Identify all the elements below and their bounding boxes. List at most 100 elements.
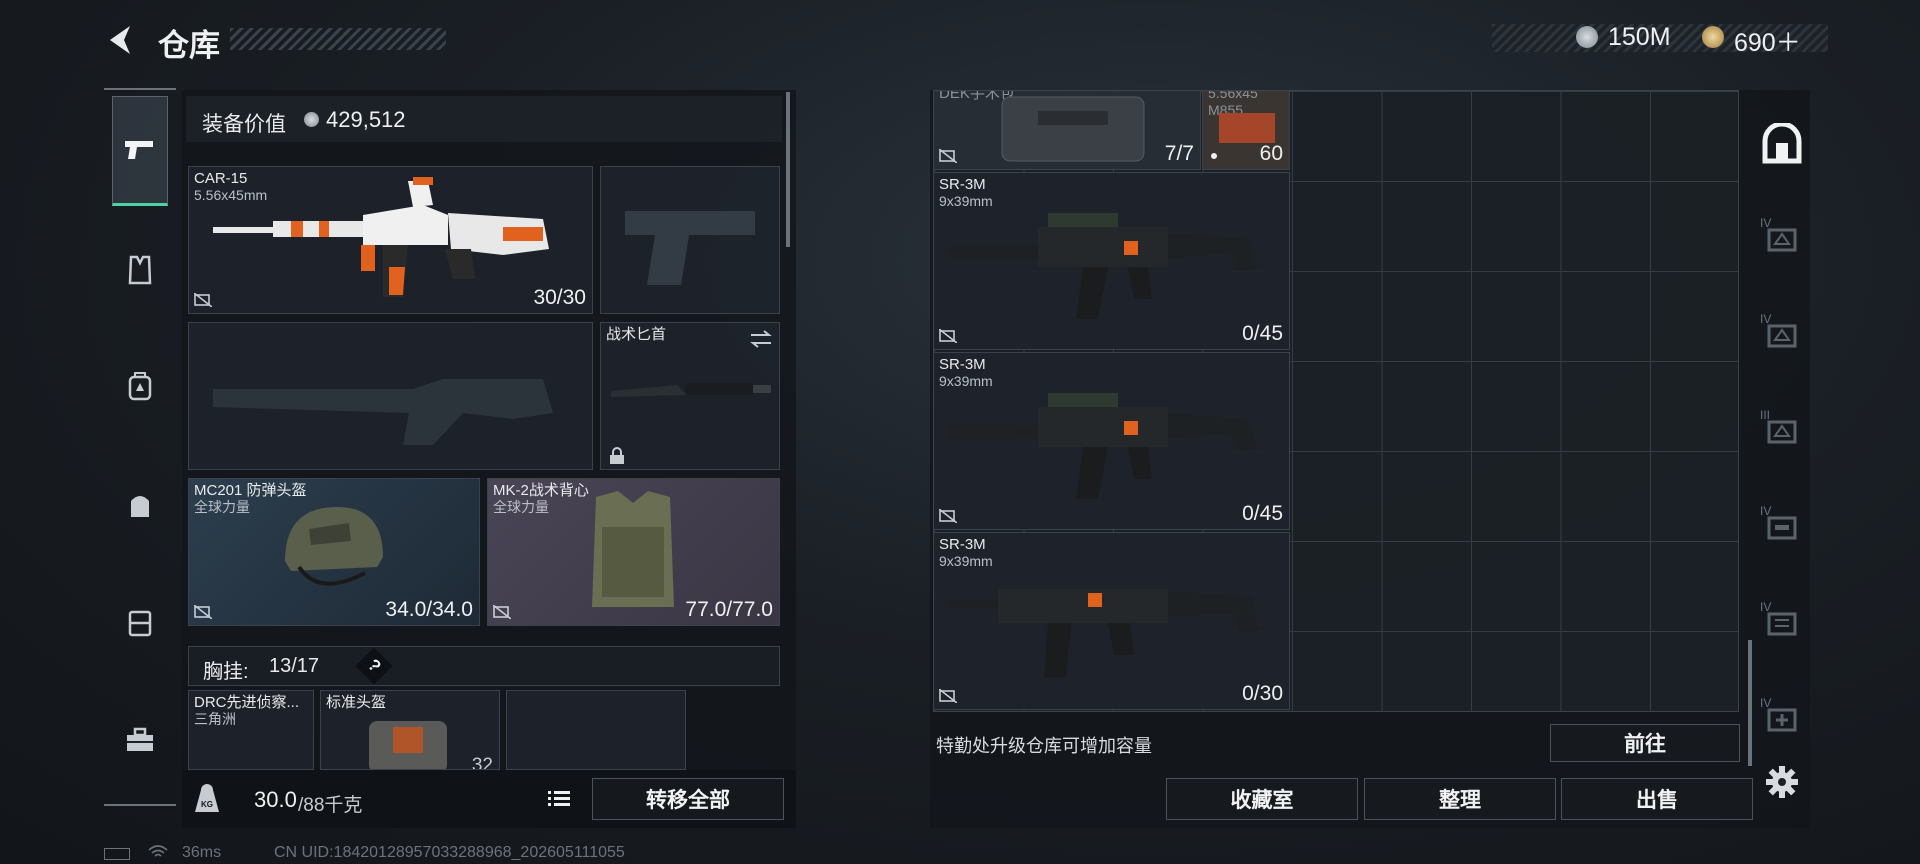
vest-item-icon — [592, 491, 674, 607]
vest-brand: 全球力量 — [493, 499, 549, 515]
title-stripes — [230, 28, 446, 50]
storage-tab-3[interactable]: III — [1758, 406, 1806, 456]
helmet-icon — [285, 507, 383, 586]
storage-item-count: 60 — [1259, 142, 1283, 165]
sr3m-rifle-icon — [948, 393, 1258, 499]
silver-coin-icon — [1576, 26, 1598, 48]
equipment-value-row: 装备价值 429,512 — [186, 96, 782, 142]
melee-name: 战术匕首 — [606, 326, 667, 343]
upgrade-hint: 特勤处升级仓库可增加容量 — [936, 736, 1152, 756]
storage-weapon[interactable]: SR-3M 9x39mm 0/30 — [933, 532, 1290, 710]
helmet-name: MC201 防弹头盔 — [194, 482, 307, 499]
page-title: 仓库 — [158, 28, 220, 63]
equipment-value: 429,512 — [326, 107, 406, 132]
tab-backpack[interactable] — [112, 366, 168, 406]
storage-tab-1[interactable]: IV — [1758, 214, 1806, 264]
primary-weapon-slot[interactable]: CAR-15 5.56x45mm 30/30 — [188, 166, 593, 314]
ammo-dot — [1211, 153, 1217, 159]
storage-tab-4[interactable]: IV — [1758, 502, 1806, 552]
storage-item[interactable]: DEK手术包 7/7 — [933, 90, 1201, 170]
tab-armor[interactable] — [112, 250, 168, 290]
storage-tab-5[interactable]: IV — [1758, 598, 1806, 648]
tab-bag[interactable] — [112, 484, 168, 524]
case-icon — [128, 610, 152, 637]
no-insure-icon — [194, 293, 212, 307]
helmet-durability: 34.0/34.0 — [385, 598, 473, 621]
bag-item-icon — [369, 721, 447, 769]
list-icon — [548, 791, 570, 806]
pistol-slot[interactable] — [600, 166, 780, 314]
secondary-weapon-slot[interactable] — [188, 322, 593, 470]
list-view-button[interactable] — [544, 784, 574, 814]
storage-weapon[interactable]: SR-3M 9x39mm 0/45 — [933, 172, 1290, 350]
storage-tab-main[interactable] — [1758, 116, 1806, 172]
tier-label: IV — [1760, 696, 1772, 710]
help-icon[interactable]: ? — [355, 647, 393, 685]
lock-icon — [610, 447, 624, 464]
no-insure-icon — [939, 329, 957, 343]
equipment-scrollbar[interactable] — [786, 92, 790, 247]
storage-item-count: 7/7 — [1164, 142, 1194, 165]
goto-button[interactable]: 前往 — [1550, 724, 1740, 762]
melee-slot[interactable]: 战术匕首 — [600, 322, 780, 470]
rifle-placeholder-icon — [213, 379, 553, 445]
back-arrow-icon — [110, 26, 130, 54]
tab-container[interactable] — [112, 602, 168, 642]
toolbox-icon — [127, 727, 153, 751]
storage-weapon-name: SR-3M — [939, 356, 986, 373]
storage-tab-6[interactable]: IV — [1758, 694, 1806, 744]
no-insure-icon — [939, 149, 957, 163]
storage-tab-2[interactable]: IV — [1758, 310, 1806, 360]
rig-item-brand: 三角洲 — [194, 711, 236, 727]
no-insure-icon — [194, 605, 212, 619]
bag-icon — [131, 496, 149, 517]
storage-item[interactable]: 5.56x45 M855 60 — [1202, 90, 1290, 170]
tab-weapons[interactable] — [112, 96, 168, 206]
transfer-all-button[interactable]: 转移全部 — [592, 778, 784, 820]
tier-label: IV — [1760, 504, 1772, 518]
wifi-icon — [148, 845, 168, 859]
settings-button[interactable] — [1758, 760, 1806, 804]
organize-button[interactable]: 整理 — [1364, 778, 1556, 820]
storage-scrollbar[interactable] — [1748, 640, 1752, 766]
sell-button[interactable]: 出售 — [1561, 778, 1753, 820]
helmet-slot[interactable]: MC201 防弹头盔 全球力量 34.0/34.0 — [188, 478, 480, 626]
car15-rifle-icon — [213, 177, 549, 297]
no-insure-icon — [493, 605, 511, 619]
backpack-icon — [128, 372, 152, 401]
swap-icon[interactable] — [749, 329, 773, 349]
tier-label: III — [1760, 408, 1771, 422]
gear-icon — [1766, 766, 1798, 798]
vest-name: MK-2战术背心 — [493, 482, 589, 499]
pistol-icon — [125, 141, 153, 159]
vest-durability: 77.0/77.0 — [685, 598, 773, 621]
value-coin-icon — [304, 112, 319, 127]
ammo-box-icon — [1219, 113, 1275, 143]
vest-slot[interactable]: MK-2战术背心 全球力量 77.0/77.0 — [487, 478, 780, 626]
storage-weapon-name: SR-3M — [939, 536, 986, 553]
ping-text: 36ms — [182, 844, 222, 861]
gold-coin-icon — [1702, 26, 1724, 48]
weight-icon: KG — [192, 782, 222, 814]
chest-rig-label: 胸挂: — [203, 661, 249, 683]
storage-weapon-name: SR-3M — [939, 176, 986, 193]
rig-item-count: 32 — [471, 755, 493, 770]
rig-item-slot[interactable]: DRC先进侦察... 三角洲 — [188, 690, 314, 770]
back-button[interactable] — [104, 22, 138, 58]
storage-weapon-count: 0/45 — [1242, 322, 1283, 345]
storage-weapon-count: 0/30 — [1242, 682, 1283, 705]
tier-label: IV — [1760, 600, 1772, 614]
currency-gold: 690＋ — [1734, 29, 1801, 57]
collection-button[interactable]: 收藏室 — [1166, 778, 1358, 820]
storage-weapon-count: 0/45 — [1242, 502, 1283, 525]
rig-item-name: 标准头盔 — [326, 694, 387, 711]
rig-item-slot-empty[interactable] — [506, 690, 686, 770]
tier-label: IV — [1760, 312, 1772, 326]
med-kit-icon — [1001, 96, 1145, 162]
sr3m-rifle-icon — [948, 589, 1258, 677]
battery-icon — [104, 848, 130, 860]
tab-tools[interactable] — [112, 720, 168, 760]
storage-weapon[interactable]: SR-3M 9x39mm 0/45 — [933, 352, 1290, 530]
no-insure-icon — [939, 509, 957, 523]
rig-item-slot[interactable]: 标准头盔 32 — [320, 690, 500, 770]
